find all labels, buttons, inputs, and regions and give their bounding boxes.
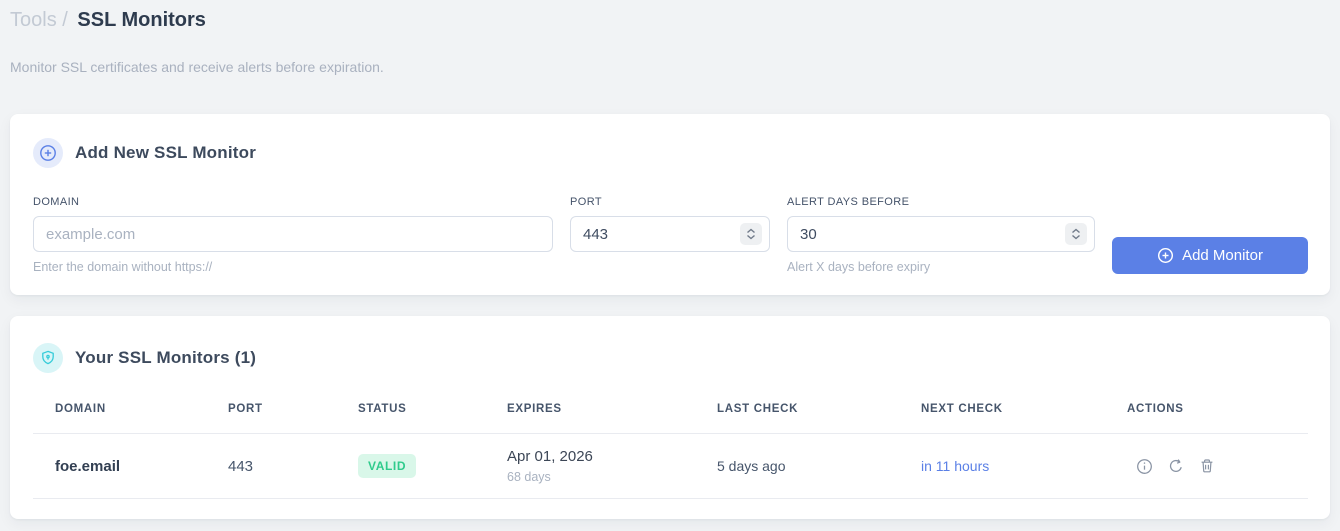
breadcrumb-separator: / <box>62 9 68 31</box>
page-subtitle: Monitor SSL certificates and receive ale… <box>10 59 384 75</box>
alert-days-label: ALERT DAYS BEFORE <box>787 196 910 208</box>
port-label: PORT <box>570 196 602 208</box>
col-header-last-check: LAST CHECK <box>717 403 799 415</box>
cell-actions <box>1127 458 1308 475</box>
monitors-table: DOMAIN PORT STATUS EXPIRES LAST CHECK NE… <box>33 403 1308 499</box>
alert-days-stepper[interactable] <box>1065 223 1087 245</box>
col-header-next-check: NEXT CHECK <box>921 403 1003 415</box>
alert-days-input-wrap <box>787 216 1095 252</box>
alert-days-helper-text: Alert X days before expiry <box>787 260 931 274</box>
trash-icon[interactable] <box>1199 458 1215 474</box>
col-header-expires: EXPIRES <box>507 403 562 415</box>
domain-helper-text: Enter the domain without https:// <box>33 260 213 274</box>
plus-circle-icon <box>33 138 63 168</box>
shield-lock-icon <box>33 343 63 373</box>
monitors-list-card: Your SSL Monitors (1) DOMAIN PORT STATUS… <box>10 316 1330 519</box>
add-monitor-card-title: Add New SSL Monitor <box>75 143 257 162</box>
add-monitor-button-label: Add Monitor <box>1182 247 1263 264</box>
cell-port: 443 <box>228 457 254 475</box>
info-icon[interactable] <box>1136 458 1153 475</box>
add-monitor-card: Add New SSL Monitor DOMAIN Enter the dom… <box>10 114 1330 295</box>
cell-status: VALID <box>358 454 507 478</box>
col-header-status: STATUS <box>358 403 407 415</box>
status-badge: VALID <box>358 454 417 478</box>
cell-last-check: 5 days ago <box>717 458 786 474</box>
cell-domain: foe.email <box>55 457 121 475</box>
monitors-card-title: Your SSL Monitors (1) <box>75 348 257 367</box>
domain-field-group: DOMAIN Enter the domain without https:// <box>33 196 553 274</box>
expires-days-remaining: 68 days <box>507 470 551 484</box>
add-monitor-button[interactable]: Add Monitor <box>1112 237 1308 274</box>
cell-expires: Apr 01, 2026 68 days <box>507 448 717 484</box>
expires-date: Apr 01, 2026 <box>507 448 593 465</box>
add-monitor-form: DOMAIN Enter the domain without https://… <box>33 196 1308 274</box>
page-title: SSL Monitors <box>77 9 206 31</box>
submit-column: Add Monitor <box>1112 196 1308 274</box>
cell-next-check: in 11 hours <box>921 458 990 474</box>
refresh-icon[interactable] <box>1168 458 1184 474</box>
breadcrumb-tools-link[interactable]: Tools <box>10 9 57 31</box>
plus-circle-icon <box>1157 247 1174 264</box>
ssl-monitors-page: Tools / SSL Monitors Monitor SSL certifi… <box>0 0 1340 519</box>
breadcrumb: Tools / SSL Monitors <box>10 8 1330 32</box>
alert-days-input[interactable] <box>787 216 1095 252</box>
table-row: foe.email 443 VALID Apr 01, 2026 68 days… <box>33 434 1308 499</box>
domain-label: DOMAIN <box>33 196 80 208</box>
col-header-domain: DOMAIN <box>55 403 106 415</box>
table-header-row: DOMAIN PORT STATUS EXPIRES LAST CHECK NE… <box>33 403 1308 434</box>
col-header-port: PORT <box>228 403 263 415</box>
domain-input[interactable] <box>33 216 553 252</box>
monitors-card-header: Your SSL Monitors (1) <box>33 343 1308 373</box>
alert-days-field-group: ALERT DAYS BEFORE Alert X days before ex… <box>787 196 1095 274</box>
port-field-group: PORT <box>570 196 770 252</box>
col-header-actions: ACTIONS <box>1127 403 1184 415</box>
add-monitor-card-header: Add New SSL Monitor <box>33 138 1308 168</box>
port-input-wrap <box>570 216 770 252</box>
port-stepper[interactable] <box>740 223 762 245</box>
